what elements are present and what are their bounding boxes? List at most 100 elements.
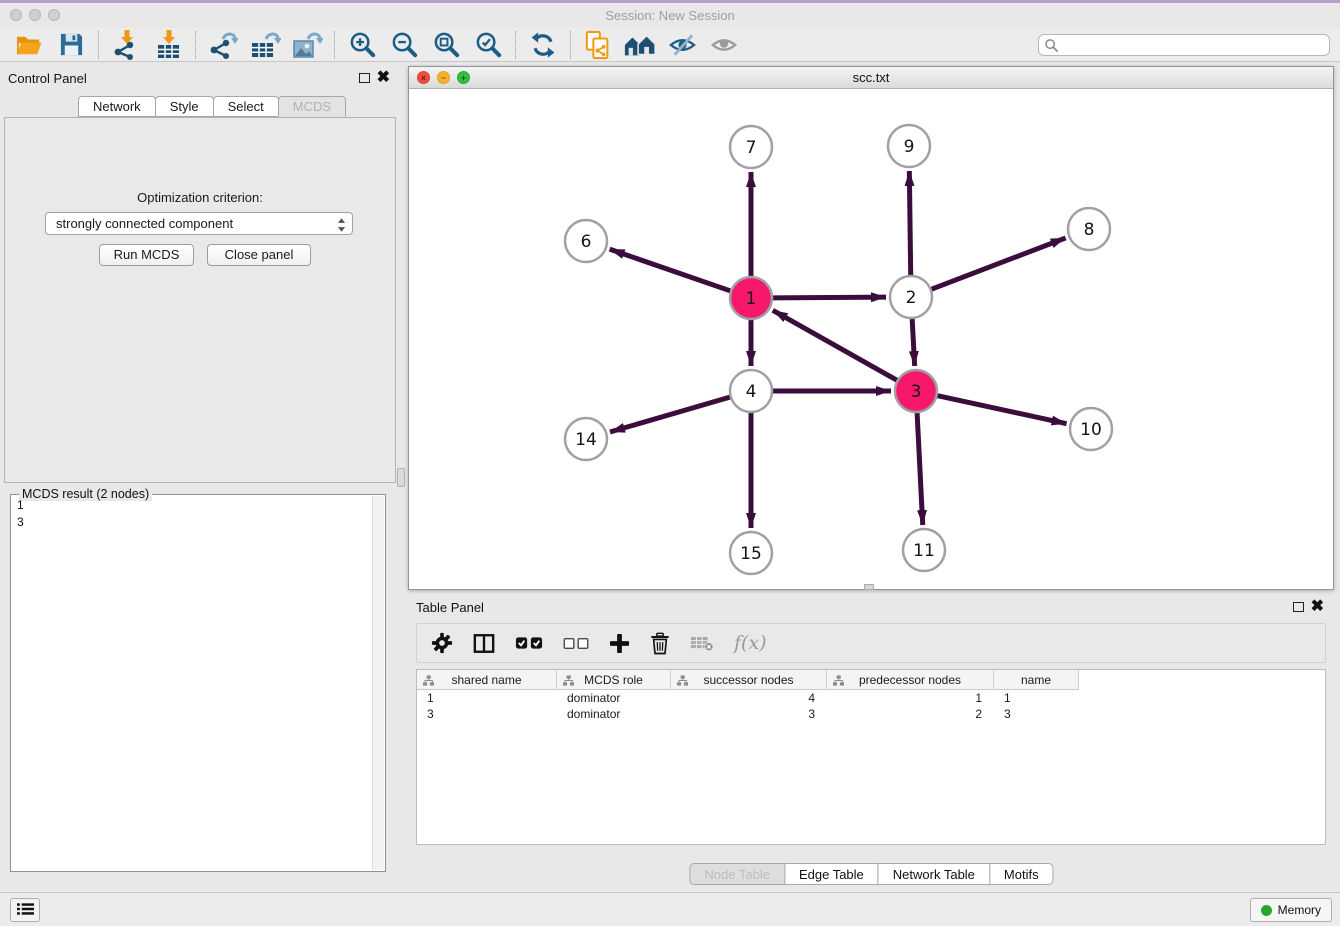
- clone-network-icon[interactable]: [577, 29, 619, 61]
- node-label-14: 14: [575, 430, 597, 450]
- tab-node-table[interactable]: Node Table: [689, 863, 785, 885]
- edge-3-11[interactable]: [917, 413, 923, 525]
- mcds-result-line: 3: [17, 514, 371, 531]
- panel-splitter-grip[interactable]: [397, 468, 405, 487]
- select-all-columns-icon[interactable]: [515, 636, 543, 650]
- edge-2-8[interactable]: [932, 238, 1066, 289]
- table-panel-header: Table Panel ✖: [408, 595, 1334, 621]
- cell-predecessor-nodes[interactable]: 1: [827, 690, 994, 706]
- search-field-wrap: [1038, 34, 1330, 56]
- function-builder-icon: f(x): [734, 632, 767, 654]
- tab-network[interactable]: Network: [78, 96, 156, 117]
- column-header-successor-nodes[interactable]: successor nodes: [671, 670, 827, 690]
- tab-style[interactable]: Style: [155, 96, 214, 117]
- edge-1-6[interactable]: [610, 249, 731, 291]
- zoom-fit-icon[interactable]: [425, 29, 467, 61]
- delete-column-trash-icon[interactable]: [650, 632, 670, 655]
- tab-motifs[interactable]: Motifs: [989, 863, 1054, 885]
- optimization-criterion-select[interactable]: strongly connected component: [45, 212, 353, 235]
- table-row[interactable]: 3dominator323: [417, 706, 1325, 722]
- open-session-icon[interactable]: [8, 29, 50, 61]
- float-table-panel-icon[interactable]: [1293, 602, 1304, 612]
- edge-2-3[interactable]: [912, 319, 915, 366]
- export-network-icon[interactable]: [202, 29, 244, 61]
- save-session-icon[interactable]: [50, 29, 92, 61]
- memory-label: Memory: [1278, 903, 1321, 917]
- table-row[interactable]: 1dominator411: [417, 690, 1325, 706]
- edge-1-2[interactable]: [773, 297, 886, 298]
- zoom-in-icon[interactable]: [341, 29, 383, 61]
- toolbar-separator: [570, 31, 571, 59]
- column-label: predecessor nodes: [859, 673, 961, 687]
- create-column-plus-icon[interactable]: [609, 633, 630, 654]
- node-label-1: 1: [746, 289, 757, 309]
- cell-name[interactable]: 1: [994, 690, 1079, 706]
- cell-mcds-role[interactable]: dominator: [557, 706, 671, 722]
- cell-predecessor-nodes[interactable]: 2: [827, 706, 994, 722]
- search-input[interactable]: [1038, 34, 1330, 56]
- table-toolbar: f(x): [416, 623, 1326, 663]
- network-canvas[interactable]: 1234678910111415: [409, 89, 1333, 589]
- edge-3-10[interactable]: [937, 396, 1066, 424]
- close-panel-icon[interactable]: ✖: [377, 67, 390, 89]
- table-settings-gear-icon[interactable]: [431, 632, 453, 654]
- control-panel-title: Control Panel: [8, 71, 87, 86]
- hide-panel-eye-icon[interactable]: [661, 29, 703, 61]
- run-mcds-button[interactable]: Run MCDS: [99, 244, 194, 266]
- close-table-panel-icon[interactable]: ✖: [1311, 596, 1324, 618]
- column-header-name[interactable]: name: [994, 670, 1079, 690]
- column-header-shared-name[interactable]: shared name: [417, 670, 557, 690]
- tab-network-table[interactable]: Network Table: [878, 863, 990, 885]
- optimization-criterion-label: Optimization criterion:: [5, 190, 395, 205]
- show-column-panel-icon[interactable]: [473, 633, 495, 654]
- task-history-button[interactable]: [10, 898, 40, 922]
- window-titlebar: Session: New Session: [0, 3, 1340, 28]
- table-panel-tabs: Node TableEdge TableNetwork TableMotifs: [689, 863, 1052, 885]
- import-table-icon[interactable]: [147, 29, 189, 61]
- network-window-resize-grip[interactable]: [864, 584, 874, 590]
- table-panel-title: Table Panel: [416, 600, 484, 615]
- tab-select[interactable]: Select: [213, 96, 279, 117]
- control-panel: Control Panel ✖ NetworkStyleSelectMCDS O…: [0, 66, 400, 888]
- cell-shared-name[interactable]: 1: [417, 690, 557, 706]
- export-table-icon[interactable]: [244, 29, 286, 61]
- network-overview-icon[interactable]: [619, 29, 661, 61]
- node-label-4: 4: [746, 382, 757, 402]
- node-label-11: 11: [913, 541, 935, 561]
- cell-mcds-role[interactable]: dominator: [557, 690, 671, 706]
- node-table[interactable]: shared name MCDS rolesuccessor nodes prede…: [416, 669, 1326, 845]
- import-network-icon[interactable]: [105, 29, 147, 61]
- column-tree-icon: [423, 675, 434, 689]
- tab-mcds[interactable]: MCDS: [278, 96, 346, 117]
- edge-2-9[interactable]: [909, 171, 910, 275]
- close-panel-button[interactable]: Close panel: [207, 244, 311, 266]
- network-window-titlebar[interactable]: × − + scc.txt: [409, 67, 1333, 89]
- apply-layout-icon[interactable]: [522, 29, 564, 61]
- cell-shared-name[interactable]: 3: [417, 706, 557, 722]
- select-stepper-icon: [337, 217, 346, 236]
- cell-name[interactable]: 3: [994, 706, 1079, 722]
- tab-edge-table[interactable]: Edge Table: [784, 863, 879, 885]
- toolbar-separator: [195, 31, 196, 59]
- main-toolbar: [0, 28, 1340, 62]
- node-label-9: 9: [904, 137, 915, 157]
- unselect-all-columns-icon[interactable]: [563, 637, 589, 650]
- toolbar-separator: [515, 31, 516, 59]
- mcds-result-box: MCDS result (2 nodes) 13: [10, 494, 386, 872]
- column-header-predecessor-nodes[interactable]: predecessor nodes: [827, 670, 994, 690]
- column-label: shared name: [451, 673, 521, 687]
- memory-button[interactable]: Memory: [1250, 898, 1332, 922]
- mcds-result-scrollbar[interactable]: [372, 496, 384, 870]
- node-label-6: 6: [581, 232, 592, 252]
- export-image-icon[interactable]: [286, 29, 328, 61]
- show-panel-eye-icon[interactable]: [703, 29, 745, 61]
- cell-successor-nodes[interactable]: 4: [671, 690, 827, 706]
- edge-4-14[interactable]: [610, 397, 730, 432]
- column-label: name: [1021, 673, 1051, 687]
- cell-successor-nodes[interactable]: 3: [671, 706, 827, 722]
- float-panel-icon[interactable]: [359, 73, 370, 83]
- zoom-out-icon[interactable]: [383, 29, 425, 61]
- edge-3-1[interactable]: [773, 310, 897, 380]
- zoom-selected-icon[interactable]: [467, 29, 509, 61]
- column-header-mcds-role[interactable]: MCDS role: [557, 670, 671, 690]
